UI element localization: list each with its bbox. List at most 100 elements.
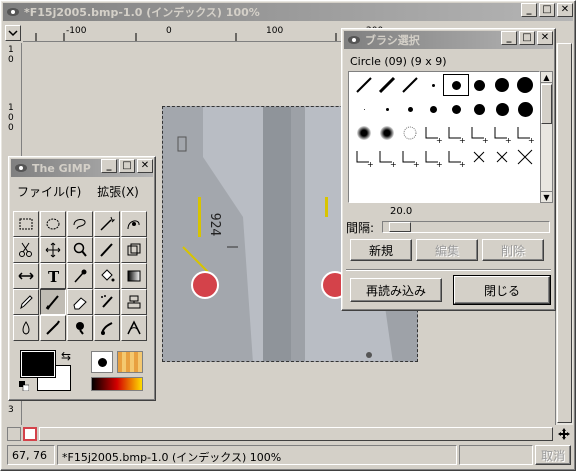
maximize-button[interactable]: □ xyxy=(539,3,555,17)
svg-text:+: + xyxy=(528,136,535,143)
svg-text:+: + xyxy=(413,160,420,167)
tool-button-free-select[interactable] xyxy=(67,211,93,237)
minimize-button[interactable]: _ xyxy=(521,3,537,17)
vertical-scrollbar[interactable] xyxy=(555,43,573,425)
brush-pattern-gradient-area[interactable] xyxy=(87,347,151,395)
tool-button-ink[interactable] xyxy=(40,315,66,341)
eraser-icon xyxy=(73,297,87,310)
reload-brushes-button[interactable]: 再読み込み xyxy=(350,278,442,302)
svg-text:+: + xyxy=(459,136,466,143)
tool-button-transform[interactable] xyxy=(121,237,147,263)
menu-extensions[interactable]: 拡張(X) xyxy=(97,183,139,200)
minimize-button[interactable]: _ xyxy=(101,159,117,173)
ruler-label: 1 xyxy=(8,103,14,113)
active-gradient-preview[interactable] xyxy=(91,377,143,391)
fuzzy-select-icon xyxy=(100,216,116,231)
move-icon xyxy=(45,242,61,258)
progress-bar xyxy=(459,445,533,465)
measure-icon xyxy=(127,320,141,335)
brush-swatch[interactable] xyxy=(512,98,538,120)
ruler-label: 100 xyxy=(266,26,284,36)
menu-file[interactable]: ファイル(F) xyxy=(17,183,81,200)
tool-button-ellipse-select[interactable] xyxy=(40,211,66,237)
clone-icon xyxy=(127,295,141,309)
active-brush-preview[interactable] xyxy=(91,351,113,373)
tool-button-fuzzy-select[interactable] xyxy=(94,211,120,237)
quickmask-on-button[interactable] xyxy=(23,427,37,441)
tool-button-color-picker[interactable] xyxy=(67,263,93,289)
brush-scroll-thumb[interactable] xyxy=(541,84,552,124)
minimize-button[interactable]: _ xyxy=(501,31,517,45)
maximize-button[interactable]: □ xyxy=(519,31,535,45)
tool-button-clone[interactable] xyxy=(121,289,147,315)
tool-button-magnify[interactable] xyxy=(67,237,93,263)
coords-display: 67, 76 xyxy=(7,445,55,465)
brush-swatch[interactable] xyxy=(512,146,538,168)
navigate-icon xyxy=(558,428,570,440)
tool-button-crop[interactable] xyxy=(94,237,120,263)
svg-text:+: + xyxy=(436,160,443,167)
new-brush-button[interactable]: 新規 xyxy=(350,239,412,261)
svg-text:T: T xyxy=(48,268,60,285)
tool-button-flip[interactable] xyxy=(13,263,39,289)
tool-button-blend[interactable] xyxy=(121,263,147,289)
close-button[interactable]: ✕ xyxy=(537,31,553,45)
svg-text:+: + xyxy=(390,160,397,167)
tool-button-measure[interactable] xyxy=(121,315,147,341)
scrollbar-thumb[interactable] xyxy=(557,43,572,423)
brush-grid-scrollbar[interactable]: ▲ ▼ xyxy=(540,71,553,203)
tool-button-smudge[interactable] xyxy=(94,315,120,341)
gimp-eye-icon xyxy=(347,34,361,46)
tool-button-bucket-fill[interactable] xyxy=(94,263,120,289)
tool-grid: T xyxy=(13,211,153,341)
foreground-color-swatch[interactable] xyxy=(20,350,56,378)
text-icon: T xyxy=(48,268,60,285)
image-menu-button[interactable] xyxy=(5,25,21,41)
free-select-icon xyxy=(73,219,86,230)
toolbox-title: The GIMP xyxy=(32,161,91,175)
brush-swatch[interactable]: + xyxy=(512,122,538,144)
maximize-button[interactable]: □ xyxy=(119,159,135,173)
tool-button-eraser[interactable] xyxy=(67,289,93,315)
blend-icon xyxy=(127,270,141,282)
close-button[interactable]: ✕ xyxy=(557,3,573,17)
tool-button-scissors[interactable] xyxy=(13,237,39,263)
color-area[interactable]: ⇆ xyxy=(15,347,79,395)
edit-brush-button[interactable]: 編集 xyxy=(416,239,478,261)
spacing-value: 20.0 xyxy=(390,206,413,217)
flip-icon xyxy=(18,272,34,280)
tool-button-bezier-select[interactable] xyxy=(121,211,147,237)
brush-grid[interactable]: + + + + + + + + + + xyxy=(348,71,540,203)
active-pattern-preview[interactable] xyxy=(117,351,143,373)
status-text-box: *F15j2005.bmp-1.0 (インデックス) 100% xyxy=(57,445,457,465)
default-colors-icon[interactable] xyxy=(19,381,30,392)
tool-button-airbrush[interactable] xyxy=(94,289,120,315)
tool-button-pencil[interactable] xyxy=(13,289,39,315)
close-button[interactable]: ✕ xyxy=(137,159,153,173)
magnify-icon xyxy=(73,242,87,257)
swap-colors-icon[interactable]: ⇆ xyxy=(61,349,71,363)
paintbrush-icon xyxy=(45,295,59,310)
tool-button-paintbrush[interactable] xyxy=(40,289,66,315)
brush-swatch[interactable] xyxy=(512,74,538,96)
tool-button-convolve[interactable] xyxy=(13,315,39,341)
ruler-label: 3 xyxy=(8,405,14,415)
spacing-slider[interactable] xyxy=(382,221,550,233)
image-window-titlebar[interactable]: *F15j2005.bmp-1.0 (インデックス) 100% xyxy=(3,3,573,21)
tool-button-rect-select[interactable] xyxy=(13,211,39,237)
cancel-button[interactable]: 取消 xyxy=(535,445,571,465)
spacing-slider-handle[interactable] xyxy=(389,222,411,232)
horizontal-scrollbar[interactable] xyxy=(39,427,553,441)
delete-brush-button[interactable]: 削除 xyxy=(482,239,544,261)
close-dialog-button[interactable]: 閉じる xyxy=(453,275,551,305)
tool-button-text[interactable]: T xyxy=(40,263,66,289)
navigate-button[interactable] xyxy=(556,426,572,442)
transform-icon xyxy=(127,243,141,256)
tool-button-move[interactable] xyxy=(40,237,66,263)
quickmask-off-button[interactable] xyxy=(7,427,21,441)
toolbox-window: The GIMP _ □ ✕ ファイル(F) 拡張(X) T ⇆ xyxy=(8,156,156,401)
tool-button-dodge-burn[interactable] xyxy=(67,315,93,341)
pencil-icon xyxy=(20,295,33,310)
bezier-select-icon xyxy=(127,220,140,230)
ruler-label: 0 xyxy=(8,113,14,123)
